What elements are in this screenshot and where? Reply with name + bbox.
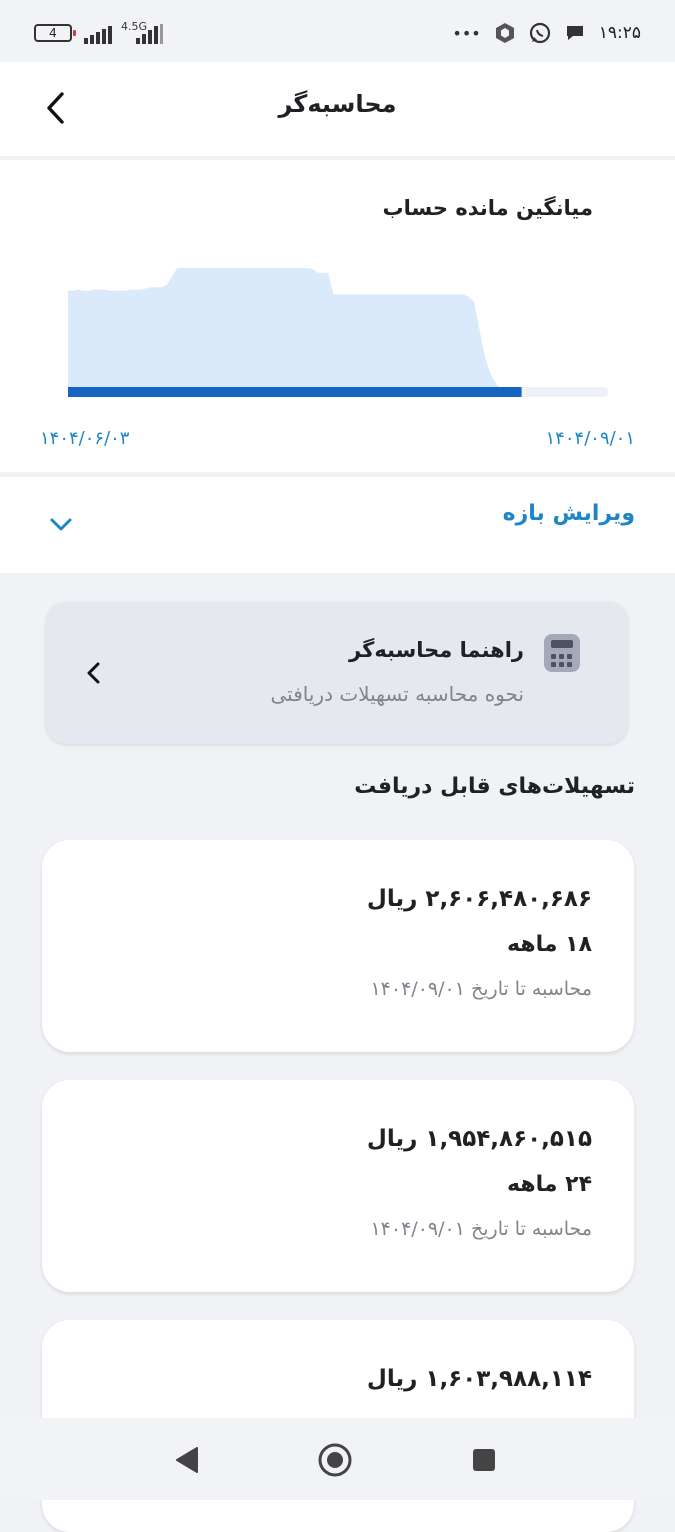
- loan-amount: ۱,۶۰۳,۹۸۸,۱۱۴ ریال: [366, 1366, 592, 1392]
- status-time: ۱۹:۲۵: [598, 23, 641, 43]
- guide-subtitle: نحوه محاسبه تسهیلات دریافتی: [270, 682, 524, 706]
- loan-amount: ۲,۶۰۶,۴۸۰,۶۸۶ ریال: [366, 886, 592, 912]
- loan-amount: ۱,۹۵۴,۸۶۰,۵۱۵ ریال: [366, 1126, 592, 1152]
- edit-range-label[interactable]: ویرایش بازه: [503, 501, 635, 526]
- vpn-icon: [495, 23, 514, 43]
- status-right-group: ••• ۱۹:۲۵: [452, 20, 641, 46]
- chart-progress-bar: [68, 387, 522, 397]
- app-bar: محاسبه‌گر: [0, 62, 675, 156]
- section-title: تسهیلات‌های قابل دریافت: [354, 774, 635, 799]
- recents-square-icon[interactable]: [464, 1440, 504, 1480]
- guide-title: راهنما محاسبه‌گر: [349, 638, 524, 662]
- balance-chart: [68, 268, 608, 397]
- battery-icon: 4: [34, 24, 76, 42]
- system-nav-bar: [0, 1418, 675, 1500]
- back-triangle-icon[interactable]: [168, 1440, 208, 1480]
- calculator-icon: [544, 634, 580, 672]
- loan-calc-date: محاسبه تا تاریخ ۱۴۰۴/۰۹/۰۱: [370, 1218, 592, 1240]
- edit-range-row[interactable]: ویرایش بازه: [0, 477, 675, 573]
- battery-level: 4: [49, 26, 57, 40]
- chart-end-date: ۱۴۰۴/۰۹/۰۱: [545, 428, 635, 449]
- loan-card[interactable]: ۱,۹۵۴,۸۶۰,۵۱۵ ریال ۲۴ ماهه محاسبه تا تار…: [42, 1080, 634, 1292]
- status-bar: 4 4.5G ••• ۱۹:۲۵: [0, 0, 675, 62]
- loan-card[interactable]: ۲,۶۰۶,۴۸۰,۶۸۶ ریال ۱۸ ماهه محاسبه تا تار…: [42, 840, 634, 1052]
- loan-calc-date: محاسبه تا تاریخ ۱۴۰۴/۰۹/۰۱: [370, 978, 592, 1000]
- loan-term: ۲۴ ماهه: [507, 1172, 592, 1197]
- chevron-left-icon[interactable]: [84, 660, 104, 686]
- data-signal-icon: [136, 24, 163, 44]
- chart-area-series: [68, 268, 500, 388]
- chart-start-date: ۱۴۰۴/۰۶/۰۳: [40, 428, 130, 449]
- overflow-dots: •••: [452, 23, 481, 43]
- message-icon: [566, 26, 583, 40]
- home-circle-icon[interactable]: [315, 1440, 355, 1480]
- signal-icon: [84, 26, 112, 44]
- page-title: محاسبه‌گر: [278, 90, 397, 118]
- calculator-guide-card[interactable]: راهنما محاسبه‌گر نحوه محاسبه تسهیلات دری…: [46, 602, 628, 744]
- loan-term: ۱۸ ماهه: [507, 932, 592, 957]
- chart-card: میانگین مانده حساب ۱۴۰۴/۰۶/۰۳ ۱۴۰۴/۰۹/۰۱: [0, 160, 675, 472]
- chevron-down-icon[interactable]: [48, 515, 74, 535]
- whatsapp-icon: [529, 22, 550, 44]
